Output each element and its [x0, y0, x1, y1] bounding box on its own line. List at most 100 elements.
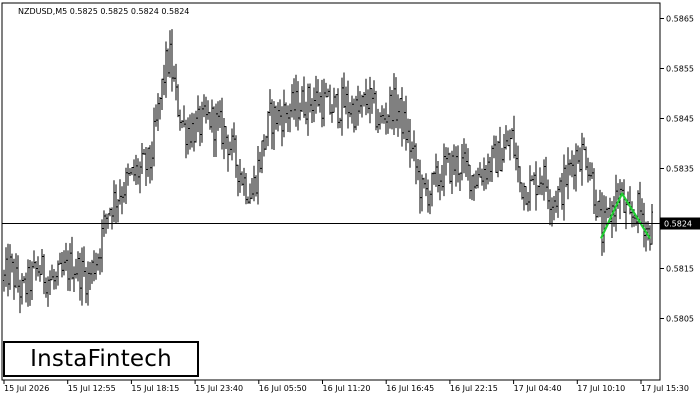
candle-bar [53, 269, 55, 290]
candle-bar [381, 105, 383, 124]
candle-bar [115, 184, 117, 224]
candle-bar [491, 145, 493, 182]
candle-bar [319, 92, 321, 113]
candle-bar [225, 126, 227, 150]
candle-bar [377, 108, 379, 134]
candle-bar [407, 118, 409, 144]
candle-bar [33, 250, 35, 269]
logo-text: InstaFintech [30, 346, 172, 372]
candle-bar [159, 97, 161, 120]
candle-bar [497, 140, 499, 178]
candle-bar [81, 247, 83, 306]
candle-bar [481, 168, 483, 186]
y-tick-label: 0.5845 [666, 115, 694, 124]
candle-bar [217, 101, 219, 131]
candle-bar [587, 157, 589, 183]
candle-bar [97, 253, 99, 271]
candle-bar [237, 164, 239, 197]
x-tick-label: 15 Jul 12:55 [68, 384, 116, 393]
current-price-label: 0.5824 [664, 220, 692, 229]
candle-bar [287, 105, 289, 133]
candle-bar [575, 143, 577, 192]
candle-bar [253, 165, 255, 202]
candle-bar [15, 253, 17, 289]
candle-bar [309, 83, 311, 113]
candle-bar [505, 125, 507, 150]
candle-bar [117, 199, 119, 223]
candle-bar [87, 261, 89, 306]
candle-bar [365, 78, 367, 116]
candle-bar [131, 166, 133, 176]
candle-bar [275, 105, 277, 130]
candle-bar [367, 89, 369, 114]
candle-bar [493, 135, 495, 159]
plot-border [1, 2, 661, 381]
candle-bar [561, 173, 563, 210]
candle-bar [77, 251, 79, 282]
candle-bar [93, 250, 95, 282]
candle-bar [409, 119, 411, 168]
chart-frame [1, 2, 661, 381]
candle-bar [571, 150, 573, 178]
candle-bar [645, 221, 647, 252]
candle-bar [469, 164, 471, 199]
candle-bar [429, 190, 431, 215]
candle-bar [467, 148, 469, 181]
candle-bar [383, 108, 385, 124]
candle-bar [439, 173, 441, 201]
candle-bar [557, 185, 559, 218]
candle-bar [89, 261, 91, 290]
candle-bar [431, 172, 433, 207]
candle-bar [355, 95, 357, 131]
candle-bar [243, 167, 245, 196]
candle-bar [479, 162, 481, 178]
candle-bar [585, 146, 587, 171]
candle-bar [387, 114, 389, 134]
chart-canvas[interactable]: 0.5824 0.58650.58550.58450.58350.58150.5… [0, 0, 700, 400]
x-tick-label: 16 Jul 11:20 [323, 384, 371, 393]
candle-bar [361, 94, 363, 118]
candle-bar [445, 147, 447, 176]
candle-bar [551, 197, 553, 227]
candle-bar [187, 117, 189, 155]
y-tick-label: 0.5805 [666, 315, 694, 324]
candle-bar [599, 189, 601, 218]
candle-bar [323, 78, 325, 127]
candle-bar [341, 77, 343, 136]
candle-bar [35, 261, 37, 281]
candle-bar [229, 141, 231, 156]
candle-bar [591, 162, 593, 179]
candle-bar [205, 96, 207, 124]
candle-bar [495, 135, 497, 173]
candle-bar [165, 41, 167, 98]
x-tick-label: 15 Jul 18:15 [131, 384, 179, 393]
candle-bar [507, 130, 509, 147]
candle-bar [421, 174, 423, 212]
candle-bar [513, 115, 515, 159]
candle-bar [167, 48, 169, 77]
candle-bar [269, 89, 271, 116]
candle-bar [441, 165, 443, 191]
candle-bar [45, 277, 47, 298]
candle-bar [415, 143, 417, 185]
candle-bar [65, 242, 67, 271]
candle-bar [553, 195, 555, 221]
candle-bar [279, 99, 281, 126]
candle-bar [471, 175, 473, 201]
candle-bar [449, 152, 451, 184]
candle-bar [85, 267, 87, 304]
candle-bar [411, 141, 413, 159]
candle-bar [325, 82, 327, 98]
candle-bar [137, 158, 139, 185]
candle-bar [329, 84, 331, 115]
candle-bar [503, 133, 505, 163]
candle-bar [337, 88, 339, 129]
candle-bar [589, 162, 591, 181]
candle-bar [69, 243, 71, 292]
candle-bar [191, 112, 193, 148]
candle-bar [107, 213, 109, 229]
candle-bar [215, 103, 217, 157]
candle-bar [149, 145, 151, 184]
price-chart[interactable]: 0.5824 0.5865 0.5855 0.5845 0.5835 0.5815 0.5… [0, 0, 700, 400]
candle-bar [303, 76, 305, 118]
